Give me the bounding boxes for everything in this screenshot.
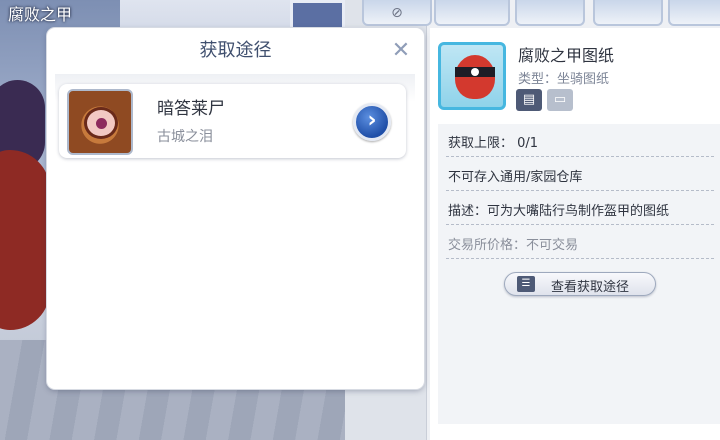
divider <box>446 258 714 259</box>
tray-icon[interactable]: ▭ <box>547 89 573 111</box>
inventory-slot[interactable] <box>668 0 720 26</box>
preview-icon[interactable]: ▤ <box>516 89 542 111</box>
storage-note: 不可存入通用/家园仓库 <box>448 170 583 185</box>
divider <box>446 190 714 191</box>
close-icon[interactable]: ✕ <box>390 40 412 62</box>
item-description: 描述：可为大嘴陆行鸟制作盔甲的图纸 <box>448 204 670 219</box>
divider <box>446 156 714 157</box>
source-location: 古城之泪 <box>157 129 213 145</box>
slash-circle-icon: ⊘ <box>391 5 403 21</box>
scene-title: 腐败之甲 <box>8 5 73 24</box>
inventory-slot[interactable]: ⊘ <box>362 0 432 26</box>
inventory-slot[interactable] <box>434 0 510 26</box>
view-obtain-route-label: 查看获取途径 <box>551 280 630 295</box>
search-list-icon: ☰ <box>517 276 535 292</box>
item-info-body: 获取上限： 0/1 不可存入通用/家园仓库 描述：可为大嘴陆行鸟制作盔甲的图纸 … <box>438 124 720 424</box>
obtain-path-popup: 获取途径 ✕ 暗答莱尸 古城之泪 › <box>47 28 424 389</box>
trade-price: 交易所价格：不可交易 <box>448 238 579 253</box>
inventory-slot[interactable] <box>593 0 663 26</box>
character-body <box>0 150 50 330</box>
view-obtain-route-button[interactable]: ☰ 查看获取途径 <box>504 272 656 296</box>
red-masked-creature-icon <box>438 42 506 110</box>
item-detail-panel: 腐败之甲图纸 类型：坐骑图纸 ▤ ▭ 获取上限： 0/1 不可存入通用/家园仓库… <box>430 28 720 440</box>
divider <box>446 224 714 225</box>
eye-monster-icon <box>67 89 133 155</box>
source-name: 暗答莱尸 <box>157 99 225 119</box>
obtain-limit: 获取上限： 0/1 <box>448 136 539 151</box>
source-list-item[interactable]: 暗答莱尸 古城之泪 › <box>59 84 406 158</box>
chevron-right-icon[interactable]: › <box>353 103 391 141</box>
popup-title: 获取途径 <box>199 40 272 61</box>
item-name: 腐败之甲图纸 <box>518 46 615 65</box>
item-type: 类型：坐骑图纸 <box>518 72 610 87</box>
inventory-slot[interactable] <box>515 0 585 26</box>
